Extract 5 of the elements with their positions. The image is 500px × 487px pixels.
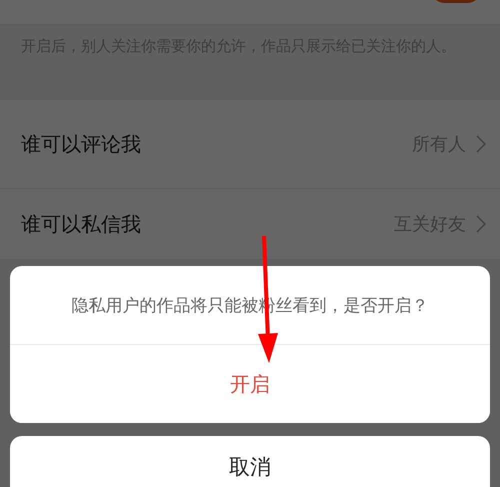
setting-label: 谁可以私信我	[21, 210, 142, 238]
chevron-icon	[476, 215, 486, 233]
chevron-icon	[476, 135, 486, 153]
setting-label: 谁可以评论我	[21, 130, 142, 158]
cancel-button[interactable]: 取消	[10, 436, 490, 487]
